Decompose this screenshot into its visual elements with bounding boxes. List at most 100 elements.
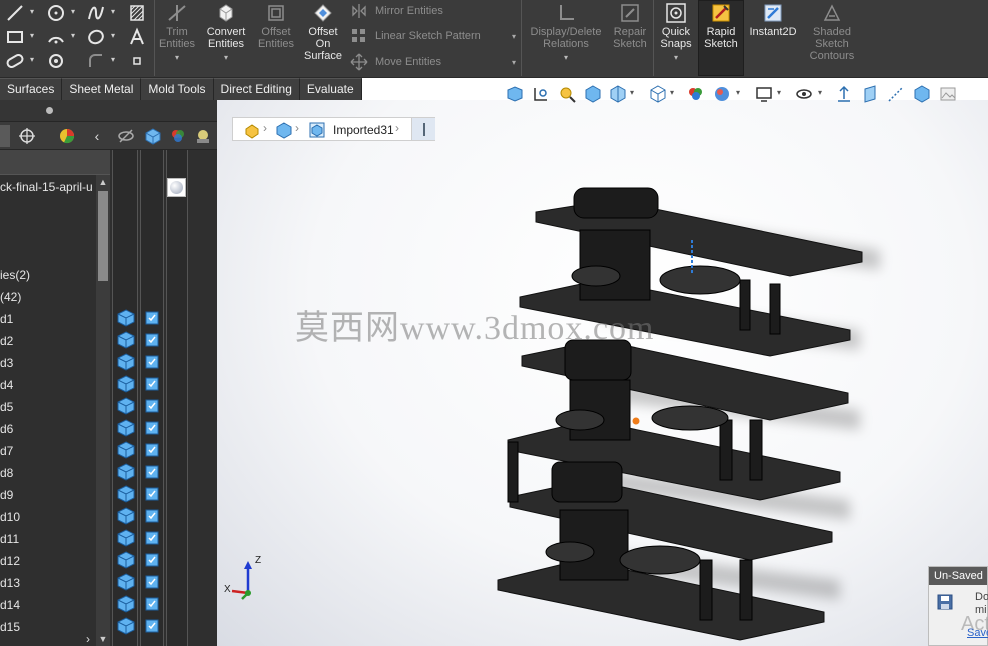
mirror-entities-button[interactable]: Mirror Entities — [350, 0, 443, 22]
display-mode-button[interactable] — [140, 125, 166, 147]
graphics-area[interactable]: 莫西网www.3dmox.com — [217, 100, 988, 646]
plane-view-icon[interactable] — [860, 84, 880, 104]
previous-view-icon[interactable] — [505, 84, 525, 104]
scroll-thumb[interactable] — [98, 191, 108, 281]
tab-direct-editing[interactable]: Direct Editing — [213, 78, 300, 100]
edit-appearance-icon[interactable] — [686, 84, 706, 104]
tab-dimxpert[interactable] — [14, 125, 40, 147]
collapse-tabs-button[interactable]: ‹ — [89, 125, 105, 147]
hatch-icon[interactable] — [126, 2, 148, 24]
offset-entities-button[interactable]: Offset Entities — [254, 2, 298, 50]
save-link[interactable]: Save — [967, 627, 988, 639]
spline-icon[interactable] — [85, 2, 107, 24]
tree-item[interactable]: d12 — [0, 553, 20, 569]
view-settings-icon[interactable] — [754, 84, 774, 104]
component-cube-icon[interactable] — [117, 507, 135, 525]
component-cube-icon[interactable] — [117, 441, 135, 459]
apply-scene-icon[interactable] — [712, 84, 732, 104]
component-visibility-icon[interactable] — [145, 531, 159, 545]
component-visibility-icon[interactable] — [145, 487, 159, 501]
shaded-sketch-contours-button[interactable]: Shaded Sketch Contours — [803, 2, 861, 62]
assembly-icon[interactable] — [243, 121, 261, 139]
tab-feature-tree[interactable] — [0, 125, 10, 147]
chevron-down-icon[interactable]: ▾ — [30, 8, 38, 16]
tree-item[interactable]: d15 — [0, 619, 20, 635]
tab-sheet-metal[interactable]: Sheet Metal — [62, 78, 142, 100]
scroll-up-icon[interactable]: ▲ — [96, 175, 110, 189]
chevron-down-icon[interactable]: ▾ — [175, 52, 179, 64]
chevron-down-icon[interactable]: ▾ — [111, 56, 119, 64]
tree-item[interactable]: d8 — [0, 465, 13, 481]
component-cube-icon[interactable] — [117, 463, 135, 481]
component-cube-icon[interactable] — [117, 551, 135, 569]
scroll-right-icon[interactable]: › — [86, 632, 90, 646]
polygon-icon[interactable] — [85, 26, 107, 48]
point-icon[interactable] — [45, 50, 67, 72]
component-visibility-icon[interactable] — [145, 421, 159, 435]
component-visibility-icon[interactable] — [145, 553, 159, 567]
convert-entities-button[interactable]: Convert Entities ▾ — [202, 2, 250, 64]
tree-scrollbar[interactable]: ▲ ▼ — [96, 175, 110, 646]
arc-icon[interactable] — [45, 26, 67, 48]
tree-item[interactable]: ck-final-15-april-u — [0, 179, 93, 195]
breadcrumb-label[interactable]: Imported31 — [333, 123, 394, 137]
tree-item[interactable]: d3 — [0, 355, 13, 371]
component-cube-icon[interactable] — [117, 529, 135, 547]
chevron-down-icon[interactable]: ▾ — [111, 32, 119, 40]
chevron-down-icon[interactable]: ▾ — [777, 88, 781, 97]
view-cube-icon[interactable] — [648, 84, 668, 104]
chevron-down-icon[interactable]: ▾ — [30, 56, 38, 64]
tab-surfaces[interactable]: Surfaces — [0, 78, 63, 100]
tree-item[interactable]: d14 — [0, 597, 20, 613]
component-visibility-icon[interactable] — [145, 399, 159, 413]
chevron-down-icon[interactable]: ▾ — [111, 8, 119, 16]
model-render[interactable] — [217, 100, 988, 646]
offset-on-surface-button[interactable]: Offset On Surface — [302, 2, 344, 62]
component-cube-icon[interactable] — [117, 375, 135, 393]
component-visibility-icon[interactable] — [145, 443, 159, 457]
tree-item[interactable]: (42) — [0, 289, 21, 305]
slot-icon[interactable] — [4, 50, 26, 72]
appearance-sphere-icon[interactable] — [167, 178, 186, 197]
chevron-down-icon[interactable]: ▾ — [512, 32, 516, 41]
chevron-down-icon[interactable]: ▾ — [630, 88, 634, 97]
part-icon[interactable] — [275, 121, 293, 139]
display-delete-relations-button[interactable]: Display/Delete Relations ▾ — [526, 2, 606, 64]
panel-grip[interactable] — [0, 100, 217, 122]
scroll-down-icon[interactable]: ▼ — [96, 632, 110, 646]
component-visibility-icon[interactable] — [145, 465, 159, 479]
tab-mold-tools[interactable]: Mold Tools — [141, 78, 214, 100]
repair-sketch-button[interactable]: Repair Sketch — [609, 2, 651, 50]
unsaved-notification[interactable]: Un-Saved Domi Act Save — [928, 566, 988, 646]
move-entities-button[interactable]: Move Entities ▾ — [350, 51, 516, 73]
image-icon[interactable] — [938, 84, 958, 104]
linear-sketch-pattern-button[interactable]: Linear Sketch Pattern ▾ — [350, 25, 516, 47]
component-cube-icon[interactable] — [117, 419, 135, 437]
component-cube-icon[interactable] — [117, 397, 135, 415]
tree-item[interactable]: d11 — [0, 531, 19, 547]
tree-item[interactable]: d6 — [0, 421, 13, 437]
sketch-line-icon[interactable] — [886, 84, 906, 104]
text-icon[interactable] — [126, 26, 148, 48]
zoom-to-fit-icon[interactable] — [531, 84, 551, 104]
component-visibility-icon[interactable] — [145, 509, 159, 523]
chevron-down-icon[interactable]: ▾ — [670, 88, 674, 97]
tree-item[interactable]: d13 — [0, 575, 20, 591]
tree-item[interactable]: d5 — [0, 399, 13, 415]
chevron-down-icon[interactable]: ▾ — [736, 88, 740, 97]
tree-item[interactable]: d4 — [0, 377, 13, 393]
component-cube-icon[interactable] — [117, 595, 135, 613]
component-cube-icon[interactable] — [117, 309, 135, 327]
display-pane-icon[interactable] — [912, 84, 932, 104]
chevron-down-icon[interactable]: ▾ — [30, 32, 38, 40]
line-icon[interactable] — [4, 2, 26, 24]
section-view-icon[interactable] — [608, 84, 628, 104]
scene-button[interactable] — [190, 125, 216, 147]
hide-show-button[interactable] — [113, 125, 139, 147]
small-point-icon[interactable] — [126, 50, 148, 72]
rectangle-icon[interactable] — [4, 26, 26, 48]
chevron-down-icon[interactable]: ▾ — [818, 88, 822, 97]
component-visibility-icon[interactable] — [145, 333, 159, 347]
component-visibility-icon[interactable] — [145, 575, 159, 589]
component-visibility-icon[interactable] — [145, 619, 159, 633]
